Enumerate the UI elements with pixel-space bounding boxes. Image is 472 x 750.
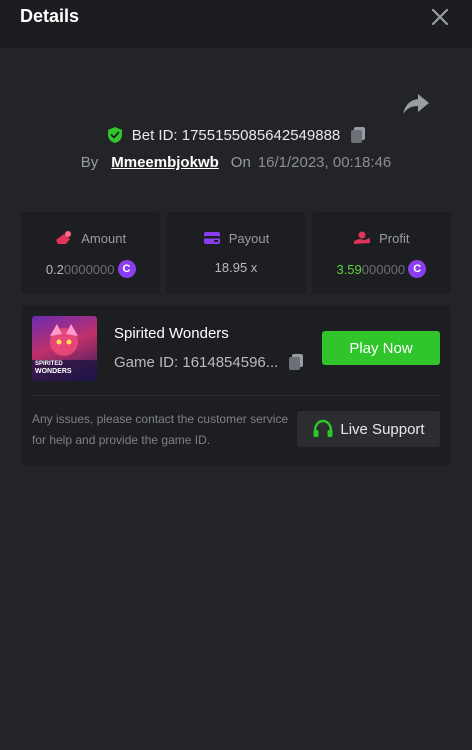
profit-label: Profit — [379, 230, 410, 246]
game-thumbnail[interactable]: SPIRITED WONDERS — [32, 316, 97, 381]
on-label: On — [230, 154, 251, 171]
wallet-icon — [203, 232, 220, 244]
stats-row: Amount 0.2 0000000 C Payout 18.95 x Profi… — [21, 212, 451, 294]
payout-card: Payout 18.95 x — [166, 212, 306, 294]
profit-card: Profit 3.59 000000 C — [311, 212, 451, 294]
coin-icon: C — [117, 260, 136, 278]
copy-icon[interactable] — [350, 126, 366, 144]
game-name: Spirited Wonders — [114, 325, 229, 342]
amount-icon — [56, 231, 72, 244]
bet-datetime: 16/1/2023, 00:18:46 — [257, 154, 392, 171]
profit-value-dim: 000000 — [361, 261, 406, 277]
headset-icon — [313, 419, 333, 437]
coin-icon: C — [408, 260, 427, 278]
page-title: Details — [20, 6, 80, 26]
share-icon[interactable] — [402, 92, 430, 116]
close-icon[interactable] — [428, 5, 452, 29]
game-card: SPIRITED WONDERS Spirited Wonders Game I… — [21, 305, 451, 465]
copy-icon[interactable] — [288, 353, 304, 371]
bet-id-row: Bet ID: 1755155085642549888 — [0, 126, 472, 144]
play-now-button[interactable]: Play Now — [322, 331, 440, 365]
amount-card: Amount 0.2 0000000 C — [21, 212, 161, 294]
bet-meta-row: By Mmeembjokwb On 16/1/2023, 00:18:46 — [0, 154, 472, 171]
username-link[interactable]: Mmeembjokwb — [111, 154, 219, 171]
support-note: Any issues, please contact the customer … — [32, 412, 289, 447]
divider — [32, 395, 440, 396]
payout-label: Payout — [228, 230, 270, 246]
live-support-button[interactable]: Live Support — [297, 411, 440, 447]
bet-id: Bet ID: 1755155085642549888 — [131, 126, 341, 144]
profit-icon — [354, 231, 371, 244]
game-id: Game ID: 1614854596... — [114, 353, 279, 371]
amount-label: Amount — [81, 230, 127, 246]
payout-value: 18.95 x — [214, 260, 258, 275]
details-header: Details — [0, 0, 472, 48]
game-id-row: Game ID: 1614854596... — [114, 353, 304, 371]
profit-value-main: 3.59 — [336, 261, 362, 277]
shield-check-icon — [107, 127, 122, 143]
amount-value-main: 0.2 — [45, 261, 64, 277]
amount-value-dim: 0000000 — [63, 261, 115, 277]
live-support-label: Live Support — [340, 420, 425, 438]
by-label: By — [80, 154, 99, 171]
game-thumbnail-title: SPIRITED WONDERS — [35, 361, 72, 375]
